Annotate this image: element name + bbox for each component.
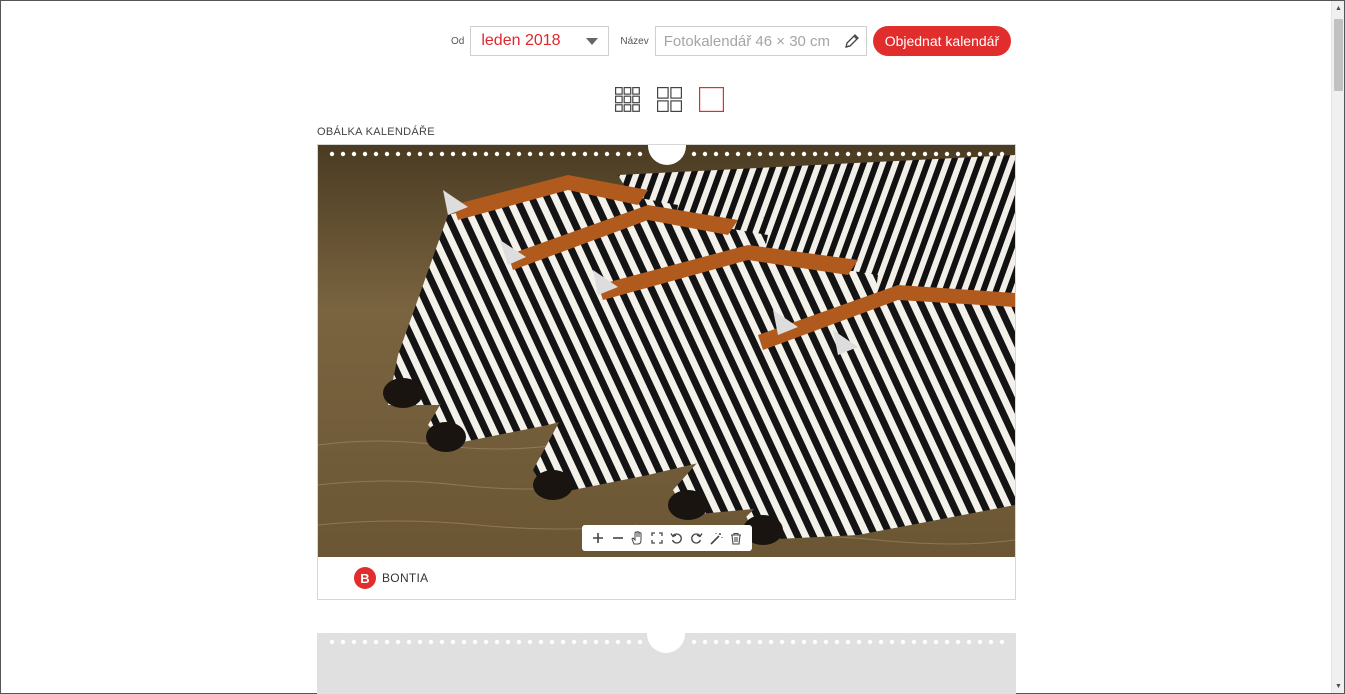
calendar-toolbar: Od leden 2018 Název Fotokalendář 46 × 30… (451, 26, 1012, 56)
trash-icon[interactable] (729, 531, 743, 545)
grid-4-icon (657, 87, 682, 112)
bontia-logo-icon: B (354, 567, 376, 589)
rotate-right-icon[interactable] (690, 531, 704, 545)
calendar-name-input[interactable]: Fotokalendář 46 × 30 cm (654, 26, 867, 56)
pencil-icon[interactable] (844, 33, 860, 49)
vertical-scrollbar[interactable]: ▲ ▼ (1331, 1, 1344, 693)
view-grid-9[interactable] (615, 87, 640, 112)
calendar-name-placeholder: Fotokalendář 46 × 30 cm (663, 32, 831, 50)
magic-wand-icon[interactable] (709, 531, 723, 545)
cover-footer: B BONTIA (318, 557, 1015, 599)
hanger-cutout (647, 633, 685, 653)
view-single[interactable] (699, 87, 724, 112)
fit-frame-icon[interactable] (650, 531, 664, 545)
photo-edit-toolbar (582, 525, 752, 551)
start-month-value: leden 2018 (481, 32, 561, 49)
zebra-photo-illustration (318, 145, 1015, 557)
cover-section-label: OBÁLKA KALENDÁŘE (317, 126, 435, 138)
scroll-thumb[interactable] (1334, 19, 1343, 91)
calendar-next-page[interactable] (317, 633, 1016, 694)
zoom-out-icon[interactable] (611, 531, 625, 545)
rotate-left-icon[interactable] (670, 531, 684, 545)
cover-photo[interactable] (318, 145, 1015, 557)
view-switcher (615, 87, 724, 112)
brand-name: BONTIA (382, 571, 429, 585)
grid-9-icon (615, 87, 640, 112)
order-calendar-button[interactable]: Objednat kalendář (872, 26, 1012, 56)
name-label: Název (620, 35, 649, 47)
zoom-in-icon[interactable] (591, 531, 605, 545)
start-month-select[interactable]: leden 2018 (470, 26, 610, 56)
calendar-cover: B BONTIA (317, 144, 1016, 600)
scroll-up-icon[interactable]: ▲ (1332, 1, 1345, 15)
single-page-icon (699, 87, 724, 112)
scroll-down-icon[interactable]: ▼ (1332, 679, 1345, 693)
from-label: Od (451, 35, 465, 47)
chevron-down-icon (586, 38, 599, 45)
view-grid-4[interactable] (657, 87, 682, 112)
pan-hand-icon[interactable] (630, 531, 644, 545)
